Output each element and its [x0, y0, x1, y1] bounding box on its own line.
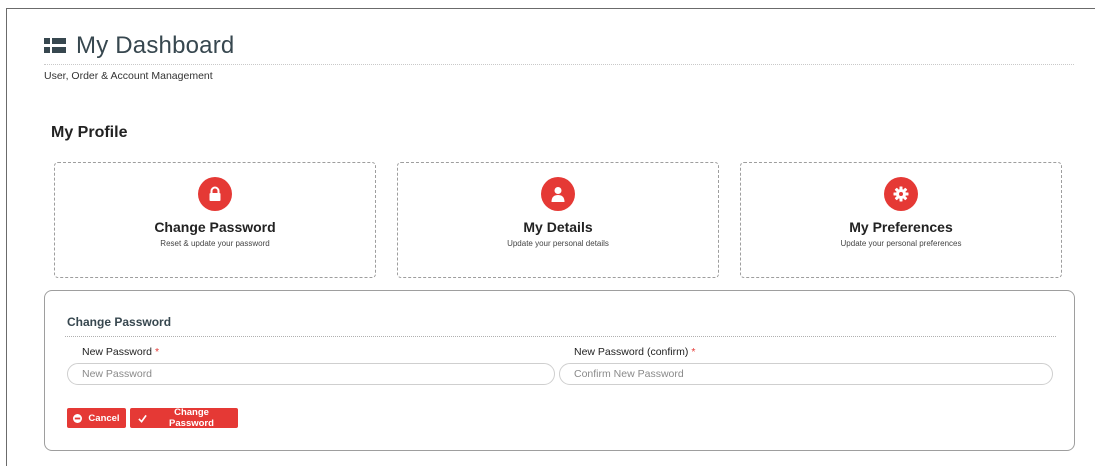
panel-divider [65, 336, 1056, 337]
required-marker: * [691, 346, 696, 358]
card-description: Reset & update your password [160, 239, 270, 248]
card-description: Update your personal details [507, 239, 609, 248]
card-my-preferences[interactable]: My Preferences Update your personal pref… [740, 162, 1062, 278]
card-my-details[interactable]: My Details Update your personal details [397, 162, 719, 278]
lock-icon-badge [198, 177, 232, 211]
grid-list-icon [44, 38, 66, 54]
change-password-button-label: Change Password [169, 407, 214, 429]
change-password-panel: Change Password New Password * New Passwo… [44, 290, 1075, 451]
confirm-password-input[interactable] [559, 363, 1053, 385]
user-icon-badge [541, 177, 575, 211]
title-row: My Dashboard [44, 30, 1074, 62]
card-description: Update your personal preferences [840, 239, 962, 248]
cancel-button[interactable]: Cancel [67, 408, 126, 428]
card-change-password[interactable]: Change Password Reset & update your pass… [54, 162, 376, 278]
minus-circle-icon [73, 413, 83, 423]
page-title: My Dashboard [76, 32, 235, 59]
gear-icon-badge [884, 177, 918, 211]
check-icon [138, 414, 147, 423]
change-password-button[interactable]: Change Password [130, 407, 238, 429]
required-marker: * [155, 346, 160, 358]
page-subtitle: User, Order & Account Management [44, 70, 213, 82]
card-title: My Preferences [849, 219, 953, 235]
card-title: My Details [523, 219, 593, 235]
confirm-password-label: New Password (confirm) * [574, 346, 695, 358]
card-title: Change Password [154, 219, 276, 235]
new-password-label-text: New Password [82, 346, 153, 358]
new-password-label: New Password * [82, 346, 159, 358]
section-title: My Profile [51, 124, 128, 141]
panel-title: Change Password [67, 315, 172, 329]
gear-icon [893, 186, 909, 202]
user-icon [551, 187, 565, 202]
page-header: My Dashboard User, Order & Account Manag… [44, 30, 1074, 82]
confirm-password-label-text: New Password (confirm) [574, 346, 689, 358]
new-password-input[interactable] [67, 363, 555, 385]
lock-icon [209, 186, 221, 201]
cancel-button-label: Cancel [88, 412, 120, 424]
title-divider [44, 64, 1074, 65]
